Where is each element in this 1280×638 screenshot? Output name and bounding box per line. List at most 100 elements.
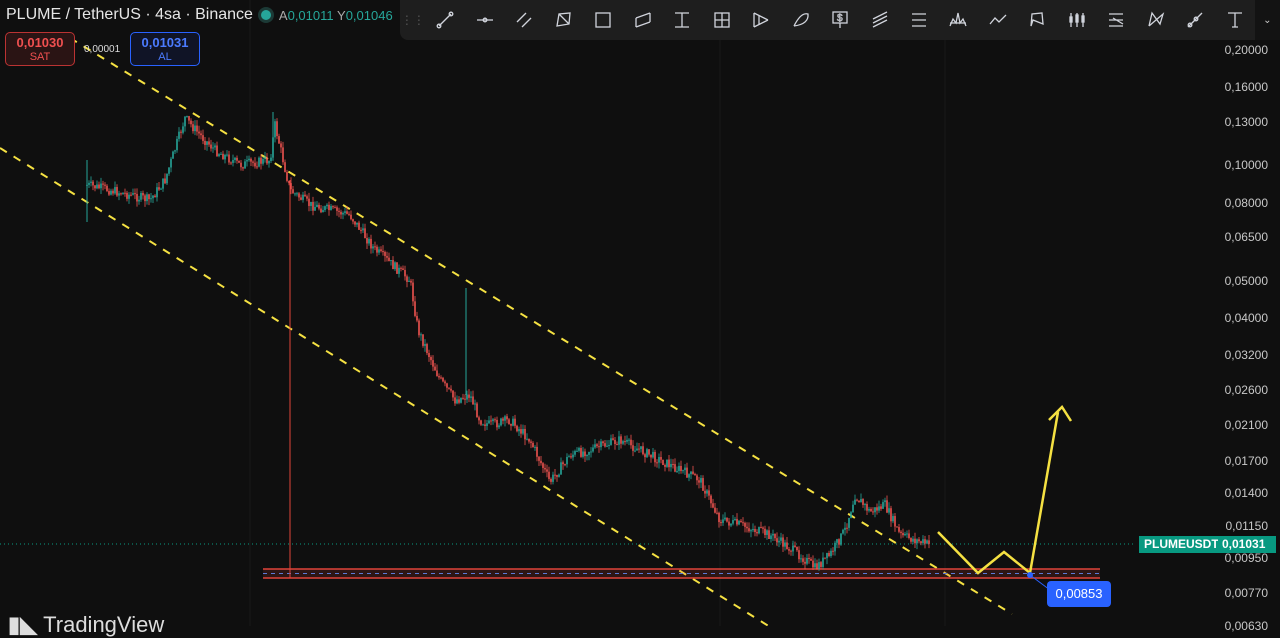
candle-body — [910, 538, 912, 542]
candle-body — [534, 447, 536, 448]
trend-line-tool-icon[interactable] — [426, 0, 465, 40]
candle-body — [186, 116, 188, 117]
candle-body — [562, 462, 564, 464]
arc-tool-icon[interactable] — [781, 0, 820, 40]
fib-retracement-tool-icon[interactable] — [899, 0, 938, 40]
price-tick-label: 0,08000 — [1225, 196, 1268, 210]
text-tool-icon[interactable] — [1215, 0, 1254, 40]
support-price-label[interactable]: 0,00853 — [1047, 581, 1111, 607]
tradingview-logo[interactable]: ▮◣ TradingView — [8, 612, 164, 638]
candle-body — [762, 528, 764, 529]
candle-body — [578, 448, 580, 451]
candle-body — [444, 381, 446, 383]
candle-body — [782, 537, 784, 546]
candle-body — [100, 184, 102, 189]
candle-body — [356, 223, 358, 225]
price-chart[interactable] — [0, 0, 1280, 626]
triangle-tool-icon[interactable] — [544, 0, 583, 40]
horizontal-ray-tool-icon[interactable] — [465, 0, 504, 40]
candle-body — [632, 445, 634, 451]
candle-body — [516, 426, 518, 431]
date-price-range-tool-icon[interactable] — [702, 0, 741, 40]
candle-body — [734, 519, 736, 520]
head-shoulders-tool-icon[interactable] — [939, 0, 978, 40]
candle-body — [462, 398, 464, 399]
candle-body — [750, 530, 752, 531]
candle-body — [546, 469, 548, 471]
candle-body — [882, 502, 884, 509]
candle-body — [756, 532, 758, 533]
candle-body — [460, 398, 462, 403]
drag-handle-icon[interactable]: ⋮⋮ — [400, 13, 426, 27]
candle-body — [804, 562, 806, 564]
candle-body — [352, 219, 354, 221]
candle-body — [530, 442, 532, 443]
candle-body — [180, 132, 182, 133]
candle-body — [216, 146, 218, 157]
candle-body — [348, 214, 350, 215]
candle-body — [824, 558, 826, 559]
price-label-tool-icon[interactable]: $ — [820, 0, 859, 40]
candle-body — [120, 193, 122, 194]
ohlc-readout: A0,01011 Y0,01046 — [279, 8, 393, 23]
info-line-tool-icon[interactable] — [1176, 0, 1215, 40]
candle-body — [780, 537, 782, 540]
candle-body — [758, 527, 760, 533]
candle-body — [594, 444, 596, 447]
symbol-title[interactable]: PLUME / TetherUS · 4sa · Binance — [6, 6, 253, 24]
rectangle-tool-icon[interactable] — [584, 0, 623, 40]
candle-body — [560, 462, 562, 474]
candle-body — [330, 206, 332, 210]
candle-body — [342, 213, 344, 215]
candle-body — [902, 533, 904, 535]
fib-time-tool-icon[interactable] — [1097, 0, 1136, 40]
parallel-lines-tool-icon[interactable] — [505, 0, 544, 40]
candle-body — [850, 512, 852, 518]
candle-body — [452, 391, 454, 398]
cypher-pattern-tool-icon[interactable] — [1136, 0, 1175, 40]
fib-channel-tool-icon[interactable] — [860, 0, 899, 40]
candle-body — [202, 135, 204, 141]
xabcd-tool-icon[interactable] — [1018, 0, 1057, 40]
candle-body — [642, 446, 644, 454]
candle-body — [752, 529, 754, 530]
price-label-anchor — [1027, 572, 1033, 578]
candle-body — [526, 439, 528, 440]
long-position-tool-icon[interactable] — [1057, 0, 1096, 40]
candle-body — [228, 155, 230, 163]
candle-body — [588, 452, 590, 455]
candle-body — [102, 184, 104, 185]
candle-body — [338, 211, 340, 212]
buy-button[interactable]: 0,01031 AL — [130, 32, 200, 66]
price-range-tool-icon[interactable] — [662, 0, 701, 40]
candle-body — [318, 205, 320, 209]
candle-body — [714, 508, 716, 513]
parallel-channel-tool-icon[interactable] — [623, 0, 662, 40]
candle-body — [536, 447, 538, 457]
candle-body — [334, 207, 336, 208]
toolbar-expand-icon[interactable]: ⌄ — [1255, 0, 1280, 40]
candle-body — [332, 206, 334, 207]
candle-body — [800, 558, 802, 559]
price-tick-label: 0,20000 — [1225, 43, 1268, 57]
candle-body — [308, 199, 310, 206]
candle-body — [864, 504, 866, 505]
candle-body — [726, 518, 728, 522]
candle-body — [210, 145, 212, 149]
path-tool-icon[interactable] — [978, 0, 1017, 40]
candle-body — [812, 561, 814, 568]
candle-body — [720, 522, 722, 523]
candle-body — [454, 397, 456, 403]
candle-body — [298, 193, 300, 197]
candle-body — [232, 160, 234, 163]
candle-body — [664, 465, 666, 467]
candle-body — [358, 223, 360, 230]
candle-body — [288, 181, 290, 183]
candle-body — [184, 117, 186, 127]
sell-button[interactable]: 0,01030 SAT — [5, 32, 75, 66]
pitchfan-tool-icon[interactable] — [741, 0, 780, 40]
candle-body — [636, 449, 638, 451]
candle-body — [472, 396, 474, 404]
candle-body — [360, 230, 362, 231]
candle-body — [852, 505, 854, 512]
